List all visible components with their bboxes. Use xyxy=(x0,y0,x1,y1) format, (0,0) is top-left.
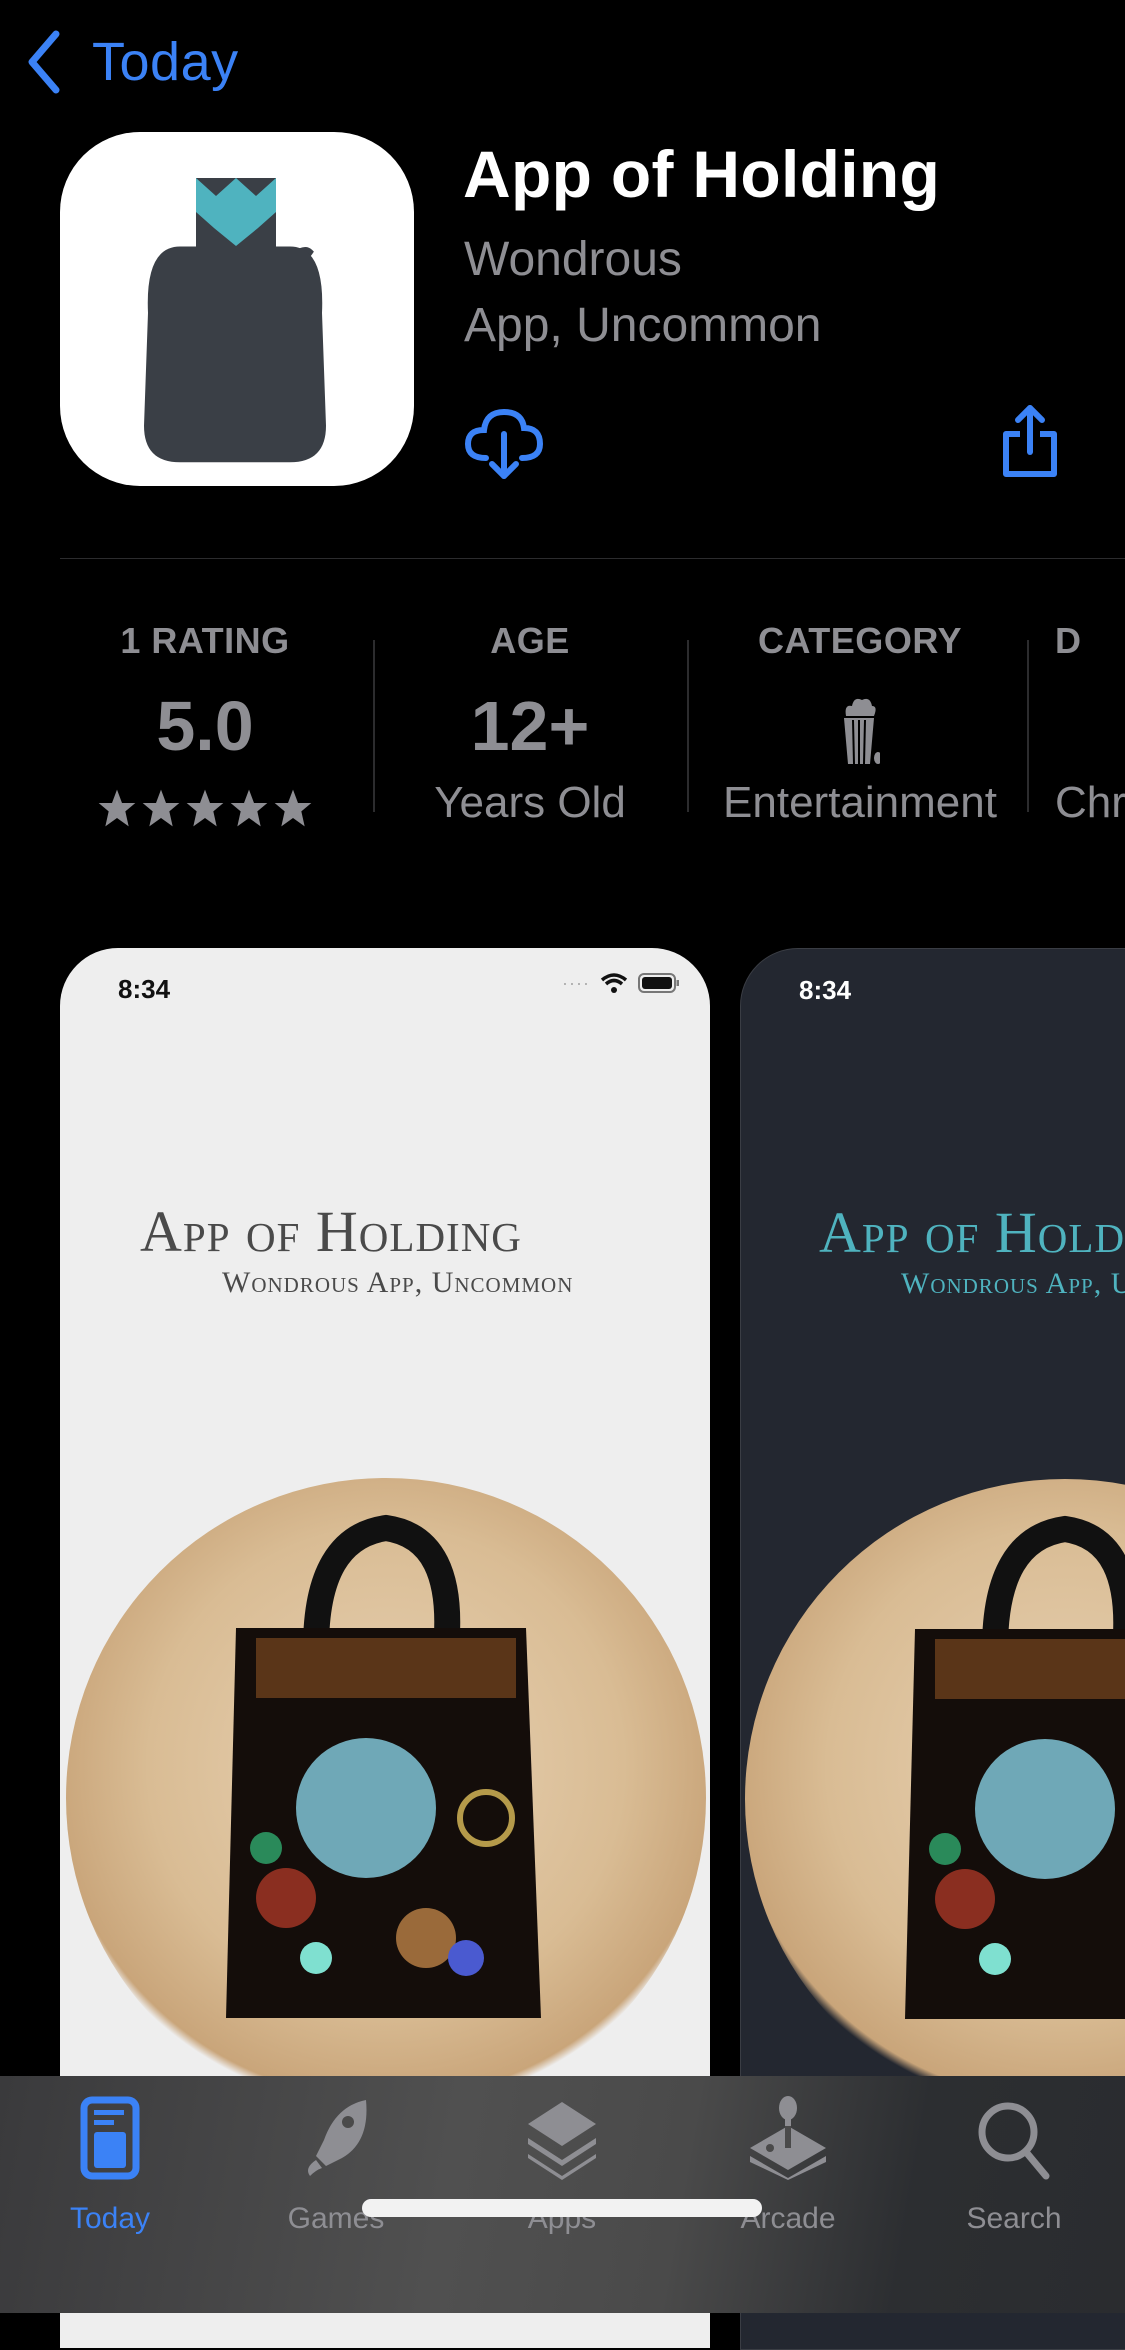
today-icon xyxy=(80,2096,140,2180)
wifi-icon xyxy=(600,973,628,993)
screenshot-title: App of Holding xyxy=(819,1200,1125,1265)
icloud-download-icon xyxy=(464,408,544,479)
tab-bar: Today Games Apps Arcade Search xyxy=(0,2076,1125,2313)
tab-search[interactable]: Search xyxy=(914,2096,1114,2236)
stat-label: 1 RATING xyxy=(120,620,290,661)
bag-of-holding-icon xyxy=(144,178,326,463)
stat-label: AGE xyxy=(490,620,570,661)
app-icon xyxy=(60,132,414,486)
stat-value: 12+ xyxy=(470,687,590,765)
star-icon xyxy=(142,789,180,827)
stat-footer: Years Old xyxy=(434,778,626,827)
share-icon xyxy=(1003,405,1057,477)
star-icon xyxy=(230,789,268,827)
share-button[interactable] xyxy=(1000,404,1060,480)
home-indicator[interactable] xyxy=(362,2199,762,2217)
status-time: 8:34 xyxy=(799,975,852,1005)
star-icon xyxy=(98,789,136,827)
signal-dots-icon: ···· xyxy=(562,972,590,993)
app-subtitle-line2: App, Uncommon xyxy=(464,299,822,352)
chevron-left-icon xyxy=(28,30,60,94)
stat-divider xyxy=(1027,640,1029,812)
stat-label: CATEGORY xyxy=(757,620,962,661)
status-icons: ···· xyxy=(562,972,680,994)
screenshot-title: App of Holding xyxy=(140,1199,522,1264)
app-title: App of Holding xyxy=(463,137,941,211)
stat-divider xyxy=(373,640,375,812)
stat-footer: Entertainment xyxy=(723,778,997,827)
status-time: 8:34 xyxy=(118,974,171,1004)
stat-rating[interactable]: 1 RATING 5.0 xyxy=(60,620,350,828)
battery-icon xyxy=(638,973,679,993)
stat-developer[interactable]: D Chr xyxy=(1055,620,1125,828)
stat-value-icon xyxy=(705,684,1015,768)
back-label: Today xyxy=(92,32,239,92)
rocket-icon xyxy=(308,2100,367,2176)
stat-value: 5.0 xyxy=(156,687,254,765)
star-icon xyxy=(186,789,224,827)
tab-label: Today xyxy=(69,2202,151,2235)
tab-today[interactable]: Today xyxy=(10,2096,210,2236)
star-icon xyxy=(274,789,312,827)
screenshot-subtitle: Wondrous App, Uncommon xyxy=(901,1267,1125,1300)
stat-category[interactable]: CATEGORY Entertainment xyxy=(705,620,1015,828)
header-divider xyxy=(60,558,1125,559)
stat-divider xyxy=(687,640,689,812)
layers-icon xyxy=(528,2102,596,2180)
stat-age[interactable]: AGE 12+ Years Old xyxy=(395,620,665,828)
back-button[interactable]: Today xyxy=(24,30,239,94)
tab-label: Search xyxy=(966,2202,1062,2235)
stat-footer: Chr xyxy=(1055,778,1125,827)
bag-artwork xyxy=(66,1478,706,2118)
star-rating xyxy=(60,788,350,828)
stat-label: D xyxy=(1055,620,1082,661)
search-icon xyxy=(978,2102,1050,2180)
download-button[interactable] xyxy=(464,406,544,482)
app-subtitle-line1: Wondrous xyxy=(464,233,682,286)
bag-artwork xyxy=(745,1479,1125,2119)
screenshot-subtitle: Wondrous App, Uncommon xyxy=(222,1266,574,1299)
joystick-icon xyxy=(750,2096,826,2180)
popcorn-icon xyxy=(844,698,882,764)
